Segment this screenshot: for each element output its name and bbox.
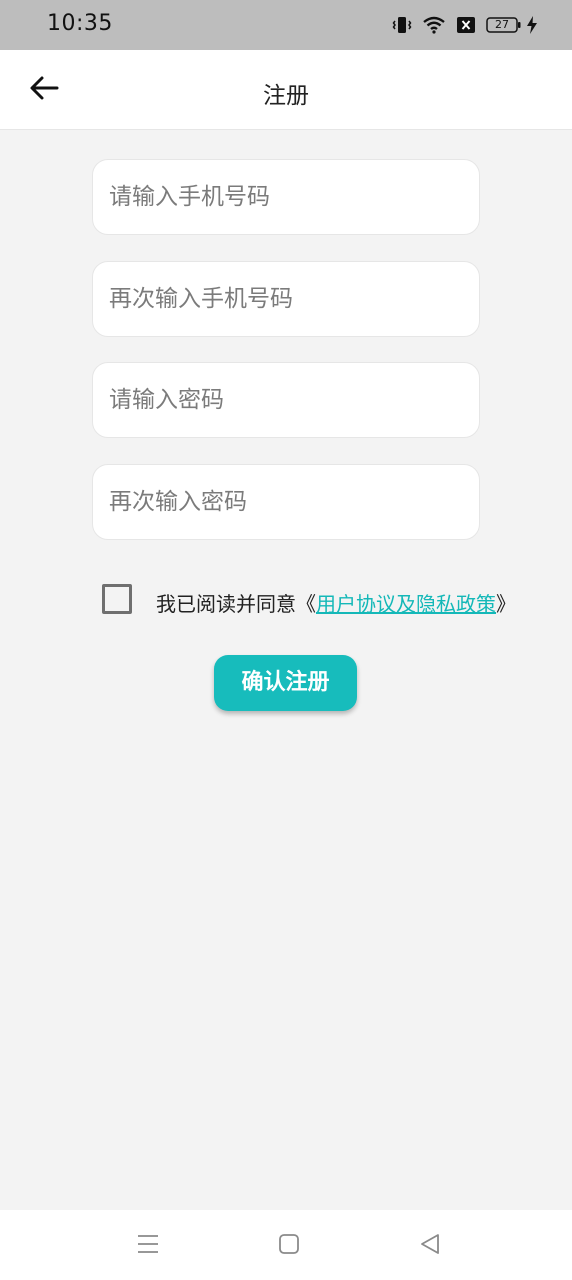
back-triangle-icon: [419, 1233, 441, 1259]
password-confirm-input[interactable]: [93, 465, 479, 539]
status-bar: 10:35 27: [0, 0, 572, 50]
page-title: 注册: [263, 83, 309, 109]
agreement-text: 我已阅读并同意《用户协议及隐私政策》: [156, 588, 516, 617]
home-button[interactable]: [275, 1232, 303, 1260]
battery-icon: 27: [486, 16, 522, 34]
back-nav-button[interactable]: [416, 1232, 444, 1260]
notification-x-icon: [456, 16, 476, 34]
system-nav-bar: [0, 1210, 572, 1280]
charging-bolt-icon: [526, 15, 538, 35]
password-confirm-field: [92, 464, 480, 540]
phone-input[interactable]: [93, 160, 479, 234]
confirm-register-button[interactable]: 确认注册: [214, 655, 357, 711]
agreement-row: 我已阅读并同意《用户协议及隐私政策》: [102, 583, 552, 617]
menu-icon: [136, 1233, 160, 1259]
agreement-link[interactable]: 用户协议及隐私政策: [316, 592, 496, 616]
agreement-checkbox[interactable]: [102, 584, 132, 614]
home-square-icon: [278, 1233, 300, 1259]
phone-confirm-input[interactable]: [93, 262, 479, 336]
app-bar: 注册: [0, 50, 572, 130]
wifi-icon: [422, 15, 446, 35]
battery-level: 27: [495, 18, 509, 31]
status-icons: 27: [392, 14, 538, 36]
phone-field: [92, 159, 480, 235]
password-field: [92, 362, 480, 438]
vibrate-icon: [392, 15, 412, 35]
password-input[interactable]: [93, 363, 479, 437]
agreement-suffix: 》: [496, 592, 516, 616]
phone-confirm-field: [92, 261, 480, 337]
status-time: 10:35: [47, 11, 113, 36]
agreement-prefix: 我已阅读并同意《: [156, 592, 316, 616]
menu-button[interactable]: [134, 1232, 162, 1260]
